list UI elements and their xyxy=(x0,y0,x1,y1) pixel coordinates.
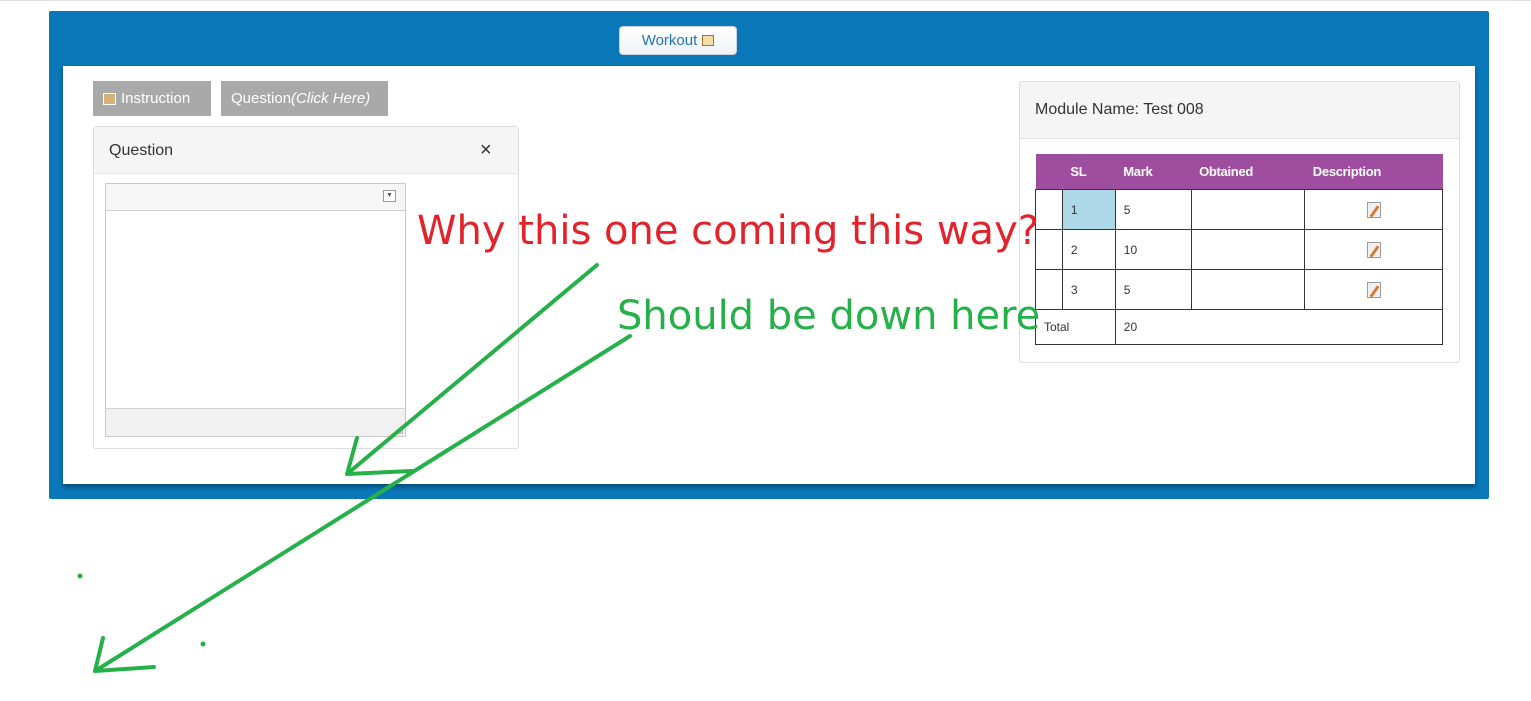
arrow-2-shaft xyxy=(93,334,632,673)
stray-dot xyxy=(200,641,206,647)
arrow-1-shaft xyxy=(345,263,599,476)
arrow-1-head xyxy=(345,436,414,476)
stray-dot xyxy=(77,573,83,579)
annotation-arrows xyxy=(77,263,632,673)
